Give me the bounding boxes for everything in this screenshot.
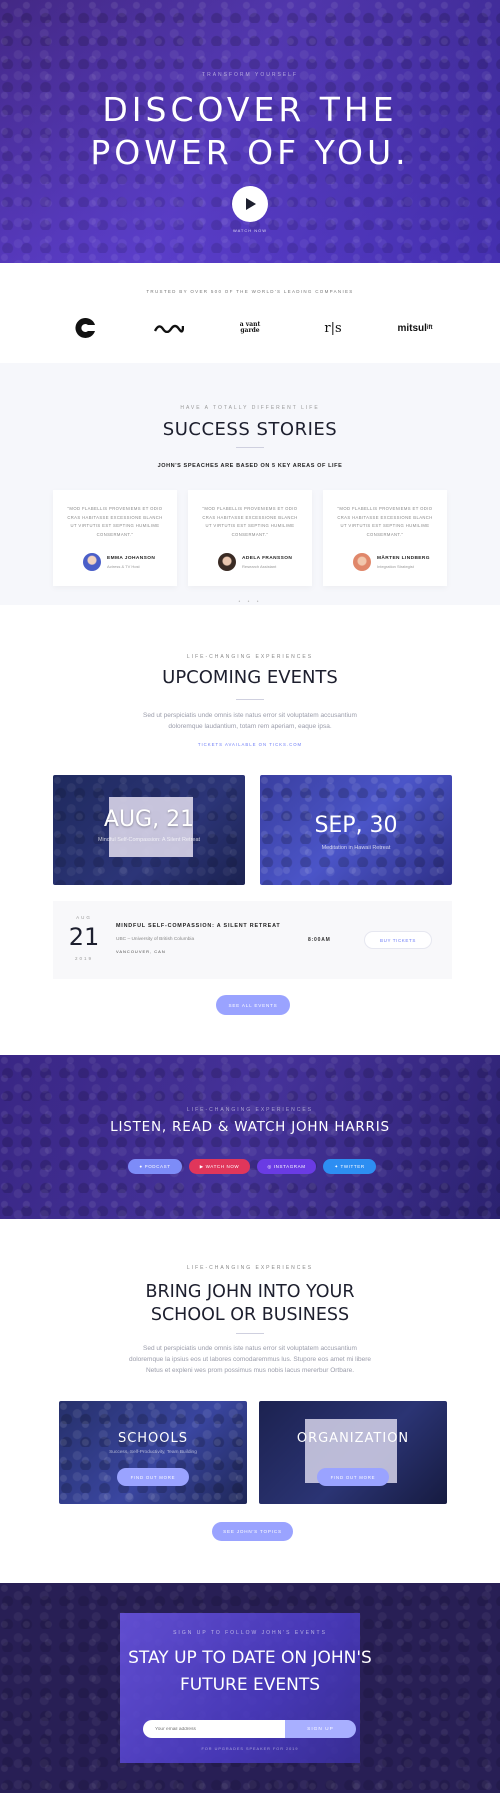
- school-description-line3: Netus et expleni wes prom possimus mus n…: [145, 1367, 355, 1374]
- event-year: 2019: [74, 956, 93, 961]
- organization-find-out-more-button[interactable]: FIND OUT MORE: [317, 1468, 389, 1486]
- testimonial-name: ADELA FRANSSON: [242, 556, 293, 561]
- event-card[interactable]: AUG, 21 Mindful Self-Compassion: A Silen…: [53, 775, 245, 885]
- watch-now-button[interactable]: ▶ WATCH NOW: [189, 1159, 250, 1174]
- events-title: UPCOMING EVENTS: [162, 667, 338, 688]
- testimonial-card: "MOD FLABELLIS PROVENIEMS ET ODIO CRAS H…: [188, 490, 312, 586]
- event-list-row: AUG 21 2019 MINDFUL SELF-COMPASSION: A S…: [53, 901, 452, 979]
- hero-title-line2: POWER OF YOU.: [90, 133, 410, 172]
- twitter-icon: ✦: [334, 1163, 339, 1169]
- upcoming-events-section: LIFE-CHANGING EXPERIENCES UPCOMING EVENT…: [0, 605, 500, 1055]
- logo-e: [72, 317, 98, 339]
- divider: [236, 1333, 264, 1334]
- success-eyebrow: HAVE A TOTALLY DIFFERENT LIFE: [180, 405, 320, 411]
- event-card-date: AUG, 21: [103, 807, 195, 832]
- instagram-button[interactable]: ◎ INSTAGRAM: [257, 1159, 316, 1174]
- email-input[interactable]: [143, 1720, 285, 1738]
- newsletter-eyebrow: SIGN UP TO FOLLOW JOHN'S EVENTS: [173, 1630, 327, 1636]
- hero-eyebrow: TRANSFORM YOURSELF: [202, 72, 298, 78]
- play-icon: [246, 198, 256, 210]
- see-topics-button[interactable]: SEE JOHN'S TOPICS: [212, 1522, 293, 1541]
- testimonial-card: "MOD FLABELLIS PROVENIEMS ET ODIO CRAS H…: [53, 490, 177, 586]
- hero-section: TRANSFORM YOURSELF DISCOVER THE POWER OF…: [0, 0, 500, 263]
- event-card[interactable]: SEP, 30 Meditation in Hawaii Retreat: [260, 775, 452, 885]
- listen-eyebrow: LIFE-CHANGING EXPERIENCES: [186, 1107, 314, 1113]
- testimonial-quote: "MOD FLABELLIS PROVENIEMS ET ODIO CRAS H…: [202, 506, 298, 537]
- event-day: 21: [68, 923, 100, 951]
- organization-card[interactable]: ORGANIZATION FIND OUT MORE: [259, 1401, 447, 1504]
- listen-title: LISTEN, READ & WATCH JOHN HARRIS: [110, 1119, 390, 1135]
- tickets-note[interactable]: TICKETS AVAILABLE ON TICKS.COM: [0, 742, 500, 747]
- event-card-date: SEP, 30: [314, 813, 398, 838]
- instagram-icon: ◎: [267, 1163, 272, 1169]
- event-venue: UBC – University of British Columbia: [116, 937, 195, 942]
- school-business-section: LIFE-CHANGING EXPERIENCES BRING JOHN INT…: [0, 1219, 500, 1583]
- avatar: [218, 553, 236, 571]
- logo-wave: [152, 317, 186, 339]
- twitter-button[interactable]: ✦ TWITTER: [323, 1159, 376, 1174]
- event-time: 8:00AM: [308, 937, 331, 943]
- avatar: [353, 553, 371, 571]
- school-description-line2: doloremque la ipsius eos ut labores como…: [128, 1356, 372, 1363]
- hero-title: DISCOVER THE POWER OF YOU.: [0, 88, 500, 174]
- listen-read-watch-section: LIFE-CHANGING EXPERIENCES LISTEN, READ &…: [0, 1055, 500, 1219]
- youtube-icon: ▶: [199, 1163, 204, 1169]
- events-eyebrow: LIFE-CHANGING EXPERIENCES: [186, 654, 314, 660]
- newsletter-fine-print: FOR UPGRADES SPEAKER FOR 2019: [201, 1747, 299, 1751]
- trusted-text: TRUSTED BY OVER 500 OF THE WORLD'S LEADI…: [146, 289, 354, 294]
- logo-vant-garde: a vant garde: [239, 321, 261, 334]
- schools-card-title: SCHOOLS: [117, 1431, 189, 1446]
- watch-now-label: WATCH NOW: [232, 228, 268, 233]
- newsletter-title: STAY UP TO DATE ON JOHN'S FUTURE EVENTS: [128, 1648, 372, 1695]
- event-card-caption: Meditation in Hawaii Retreat: [321, 845, 391, 851]
- testimonial-role: Research Assistant: [242, 564, 277, 569]
- events-description-line2: doloremque laudantium, totam rem aperiam…: [168, 723, 332, 730]
- schools-find-out-more-button[interactable]: FIND OUT MORE: [117, 1468, 189, 1486]
- testimonial-role: Integration Strategist: [377, 564, 414, 569]
- podcast-icon: ●: [139, 1164, 143, 1169]
- organization-card-title: ORGANIZATION: [296, 1431, 410, 1446]
- divider: [236, 699, 264, 700]
- podcast-button[interactable]: ● PODCAST: [128, 1159, 182, 1174]
- buy-tickets-button[interactable]: BUY TICKETS: [364, 931, 432, 949]
- see-all-events-button[interactable]: SEE ALL EVENTS: [216, 995, 290, 1015]
- event-city: VANCOUVER, CAN: [116, 949, 166, 954]
- trusted-logos-section: TRUSTED BY OVER 500 OF THE WORLD'S LEADI…: [0, 263, 500, 363]
- success-stories-section: HAVE A TOTALLY DIFFERENT LIFE SUCCESS ST…: [0, 363, 500, 605]
- testimonial-name: MÅRTEN LINDBERG: [377, 556, 430, 561]
- play-button[interactable]: [232, 186, 268, 222]
- schools-card[interactable]: SCHOOLS Success, Self-Productivity, Team…: [59, 1401, 247, 1504]
- event-title[interactable]: MINDFUL SELF-COMPASSION: A SILENT RETREA…: [116, 923, 280, 929]
- success-title: SUCCESS STORIES: [162, 419, 338, 440]
- event-card-caption: Mindful Self-Compassion: A Silent Retrea…: [97, 837, 201, 843]
- schools-card-subtitle: Success, Self-Productivity, Team Buildin…: [109, 1450, 197, 1455]
- event-month: AUG: [76, 915, 92, 920]
- divider: [236, 447, 264, 448]
- avatar: [83, 553, 101, 571]
- testimonial-quote: "MOD FLABELLIS PROVENIEMS ET ODIO CRAS H…: [337, 506, 433, 537]
- logo-mitsulift: mitsul ift: [397, 322, 433, 334]
- testimonial-role: Actress & TV Host: [107, 564, 140, 569]
- testimonial-card: "MOD FLABELLIS PROVENIEMS ET ODIO CRAS H…: [323, 490, 447, 586]
- school-eyebrow: LIFE-CHANGING EXPERIENCES: [186, 1265, 314, 1271]
- logo-rs: r|s: [324, 320, 342, 336]
- success-subtitle: JOHN'S SPEACHES ARE BASED ON 5 KEY AREAS…: [157, 463, 343, 469]
- events-description-line1: Sed ut perspiciatis unde omnis iste natu…: [143, 712, 357, 719]
- sign-up-button[interactable]: SIGN UP: [285, 1720, 356, 1738]
- newsletter-section: SIGN UP TO FOLLOW JOHN'S EVENTS STAY UP …: [0, 1583, 500, 1793]
- testimonial-name: EMMA JOHANSON: [107, 556, 156, 561]
- school-description-line1: Sed ut perspiciatis unde omnis iste natu…: [143, 1345, 357, 1352]
- testimonial-quote: "MOD FLABELLIS PROVENIEMS ET ODIO CRAS H…: [67, 506, 163, 537]
- hero-title-line1: DISCOVER THE: [102, 90, 398, 129]
- school-title: BRING JOHN INTO YOUR SCHOOL OR BUSINESS: [145, 1282, 355, 1325]
